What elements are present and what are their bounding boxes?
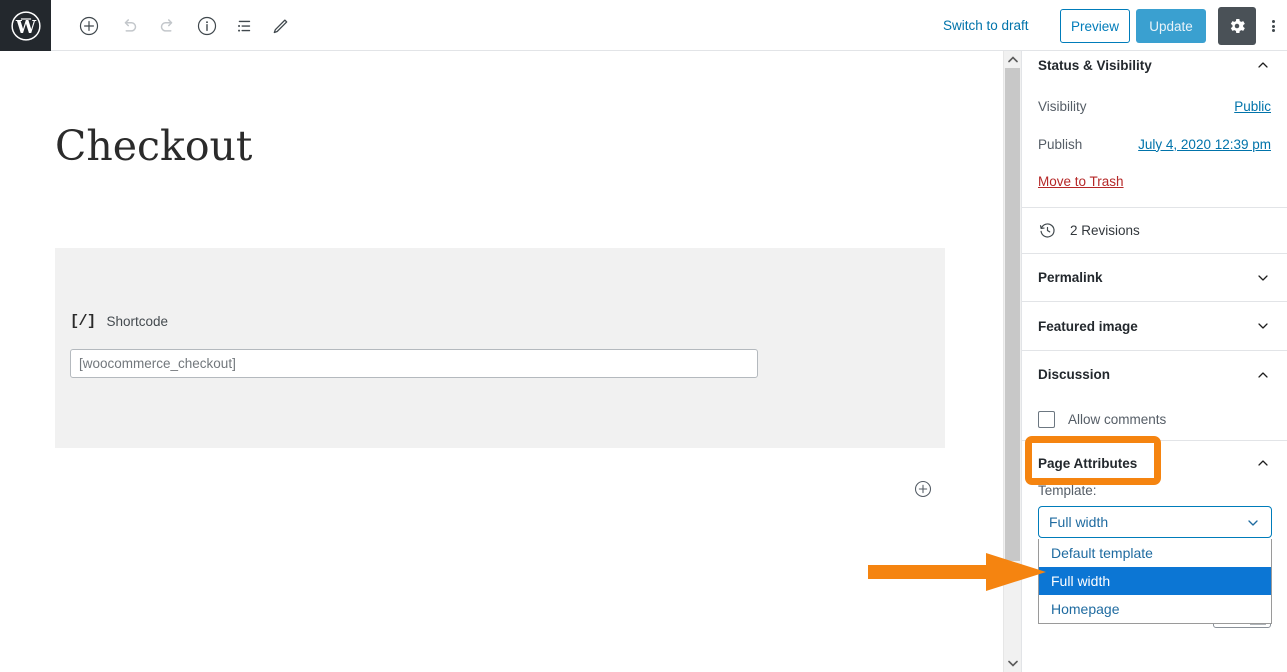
publish-date-link[interactable]: July 4, 2020 12:39 pm xyxy=(1138,137,1271,152)
revisions-clock-icon xyxy=(1039,223,1055,238)
list-view-icon[interactable] xyxy=(231,13,257,39)
add-block-icon[interactable] xyxy=(76,13,102,39)
panel-title-discussion: Discussion xyxy=(1038,367,1111,382)
info-icon[interactable] xyxy=(194,13,220,39)
shortcode-input[interactable] xyxy=(70,349,758,378)
panel-header-page-attributes[interactable]: Page Attributes xyxy=(1022,436,1287,485)
panel-title-featured-image: Featured image xyxy=(1038,318,1138,334)
chevron-up-icon xyxy=(1258,62,1268,68)
panel-title-page-attributes: Page Attributes xyxy=(1038,455,1138,471)
row-allow-comments: Allow comments xyxy=(1022,398,1287,440)
settings-gear-button[interactable] xyxy=(1218,7,1256,45)
allow-comments-label: Allow comments xyxy=(1068,411,1167,427)
move-to-trash-link[interactable]: Move to Trash xyxy=(1038,174,1124,189)
visibility-label: Visibility xyxy=(1038,98,1087,114)
chevron-down-icon xyxy=(1258,274,1268,281)
panel-header-featured-image[interactable]: Featured image xyxy=(1022,302,1287,350)
scrollbar-thumb[interactable] xyxy=(1005,68,1020,561)
wordpress-logo-icon: W xyxy=(10,10,41,41)
panel-title-status-visibility: Status & Visibility xyxy=(1038,57,1152,73)
template-option-full-width[interactable]: Full width xyxy=(1039,567,1271,595)
panel-permalink: Permalink xyxy=(1022,254,1287,302)
publish-label: Publish xyxy=(1038,136,1083,152)
revisions-link[interactable]: 2 Revisions xyxy=(1022,208,1287,253)
shortcode-block-label: Shortcode xyxy=(106,314,169,329)
shortcode-block-header: [/] Shortcode xyxy=(70,313,168,330)
edit-pencil-icon[interactable] xyxy=(267,13,293,39)
shortcode-block[interactable]: [/] Shortcode xyxy=(55,248,945,448)
editor-toolbar: W Switch to draft Preview Update xyxy=(0,0,1287,51)
plus-circle-icon xyxy=(914,480,932,498)
undo-icon[interactable] xyxy=(116,13,142,39)
template-option-default-template[interactable]: Default template xyxy=(1039,539,1271,567)
template-label: Template: xyxy=(1038,483,1097,498)
shortcode-icon: [/] xyxy=(70,313,96,330)
kebab-menu-icon xyxy=(1271,19,1275,34)
editor-scrollbar[interactable] xyxy=(1003,51,1021,672)
row-move-to-trash: Move to Trash xyxy=(1022,163,1287,199)
add-block-inserter-button[interactable] xyxy=(912,478,934,500)
chevron-up-icon xyxy=(1258,371,1268,378)
scrollbar-down-button[interactable] xyxy=(1004,655,1021,672)
svg-text:W: W xyxy=(14,17,36,38)
panel-featured-image: Featured image xyxy=(1022,302,1287,351)
template-options-list[interactable]: Default template Full width Homepage xyxy=(1038,539,1272,624)
panel-title-permalink: Permalink xyxy=(1038,270,1103,285)
row-visibility: Visibility Public xyxy=(1022,87,1287,125)
panel-header-permalink[interactable]: Permalink xyxy=(1022,254,1287,301)
wordpress-logo-button[interactable]: W xyxy=(0,0,51,51)
revisions-label: 2 Revisions xyxy=(1070,223,1140,238)
template-select-wrapper: Full width Default template Full width H… xyxy=(1038,506,1272,624)
chevron-up-icon xyxy=(1007,56,1018,63)
page-title[interactable]: Checkout xyxy=(55,126,252,167)
chevron-down-icon xyxy=(1248,520,1258,526)
update-button[interactable]: Update xyxy=(1136,9,1206,43)
template-option-homepage[interactable]: Homepage xyxy=(1039,595,1271,623)
redo-icon[interactable] xyxy=(155,13,181,39)
switch-to-draft-button[interactable]: Switch to draft xyxy=(943,0,1029,51)
visibility-value-link[interactable]: Public xyxy=(1234,99,1271,114)
chevron-down-icon xyxy=(1258,323,1268,329)
panel-status-visibility: Status & Visibility Visibility Public Pu… xyxy=(1022,51,1287,208)
template-select[interactable]: Full width xyxy=(1038,506,1272,538)
chevron-up-icon xyxy=(1258,460,1268,466)
panel-header-status-visibility[interactable]: Status & Visibility xyxy=(1022,51,1287,87)
panel-page-attributes: Page Attributes Template: Full width Def… xyxy=(1022,436,1287,632)
editor-canvas: Checkout [/] Shortcode xyxy=(0,51,1003,672)
panel-revisions: 2 Revisions xyxy=(1022,208,1287,254)
allow-comments-checkbox[interactable] xyxy=(1038,410,1055,428)
more-options-button[interactable] xyxy=(1262,9,1284,43)
document-settings-sidebar: Status & Visibility Visibility Public Pu… xyxy=(1021,51,1287,672)
template-selected-value: Full width xyxy=(1049,514,1109,530)
panel-discussion: Discussion Allow comments xyxy=(1022,351,1287,441)
preview-button[interactable]: Preview xyxy=(1060,9,1130,43)
scrollbar-up-button[interactable] xyxy=(1004,51,1021,68)
panel-header-discussion[interactable]: Discussion xyxy=(1022,351,1287,398)
row-publish: Publish July 4, 2020 12:39 pm xyxy=(1022,125,1287,163)
gear-icon xyxy=(1230,19,1245,33)
chevron-down-icon xyxy=(1007,660,1018,667)
